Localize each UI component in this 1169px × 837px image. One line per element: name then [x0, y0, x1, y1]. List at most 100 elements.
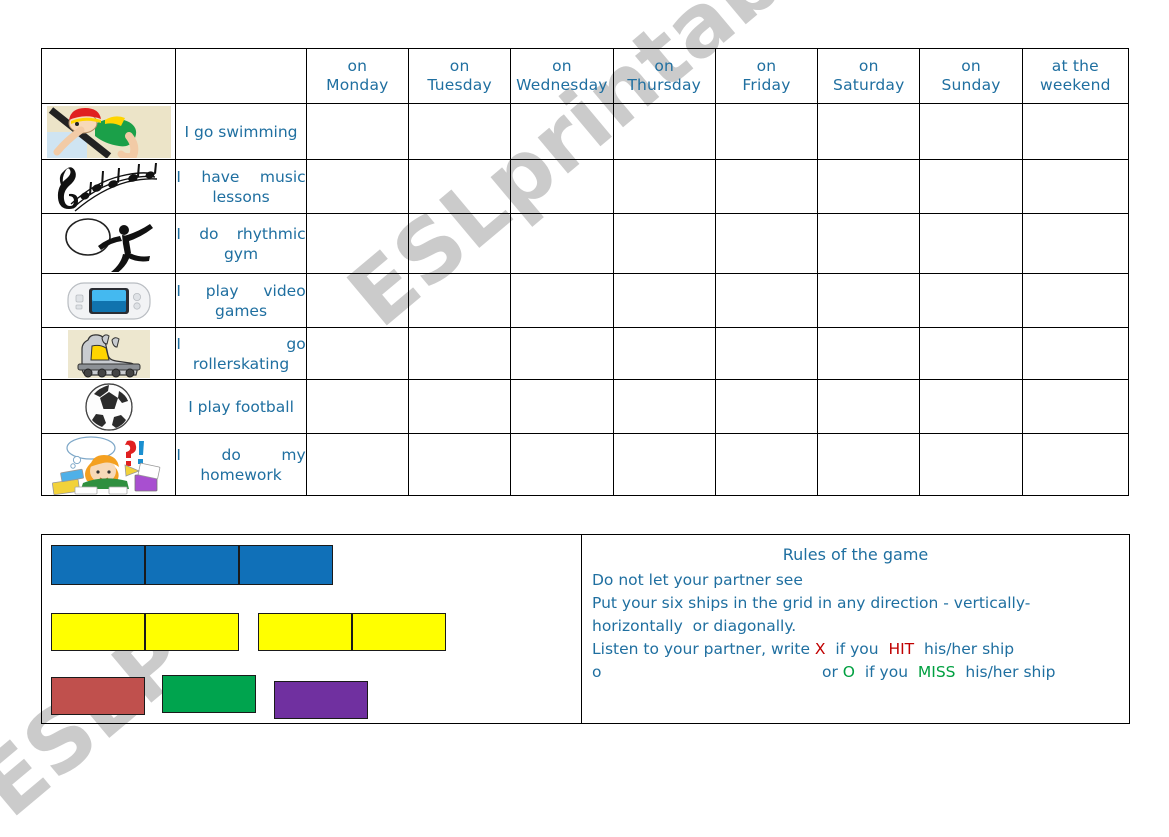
header-wednesday-line2: Wednesday	[516, 76, 608, 94]
rules-line-5-pre: or	[822, 663, 843, 681]
cell-swimming-saturday[interactable]	[817, 103, 921, 160]
cell-football-weekend[interactable]	[1021, 379, 1130, 434]
cell-roller-saturday[interactable]	[817, 327, 921, 380]
ship-purple-cell-1	[274, 681, 368, 719]
cell-gym-tuesday[interactable]	[407, 213, 512, 274]
picture-cell-homework	[40, 433, 177, 496]
cell-gym-monday[interactable]	[305, 213, 410, 274]
cell-football-saturday[interactable]	[817, 379, 921, 434]
cell-swimming-monday[interactable]	[305, 103, 410, 160]
header-saturday: on Saturday	[817, 48, 921, 104]
cell-video-monday[interactable]	[305, 273, 410, 328]
cell-homework-sunday[interactable]	[919, 433, 1023, 496]
rules-line-4: Listen to your partner, write X if you H…	[592, 638, 1119, 661]
cell-gym-saturday[interactable]	[817, 213, 921, 274]
cell-football-friday[interactable]	[714, 379, 819, 434]
cell-swimming-sunday[interactable]	[919, 103, 1023, 160]
cell-football-tuesday[interactable]	[407, 379, 512, 434]
ship-blue[interactable]	[51, 545, 333, 585]
ship-yellow-a-cell-2	[145, 613, 239, 651]
ship-purple[interactable]	[274, 681, 368, 719]
table-row: I play football	[40, 379, 1130, 434]
ship-green-cell-1	[162, 675, 256, 713]
header-thursday-line1: on	[654, 57, 675, 75]
cell-video-thursday[interactable]	[612, 273, 716, 328]
header-tuesday: on Tuesday	[407, 48, 512, 104]
table-row: I go swimming	[40, 103, 1130, 160]
cell-homework-tuesday[interactable]	[407, 433, 512, 496]
picture-cell-music	[40, 159, 177, 214]
cell-gym-wednesday[interactable]	[510, 213, 614, 274]
ship-yellow-b[interactable]	[258, 613, 446, 651]
activity-label-gym: I do rhythmic gym	[175, 213, 307, 274]
cell-football-thursday[interactable]	[612, 379, 716, 434]
rules-panel: Rules of the game Do not let your partne…	[582, 535, 1129, 684]
header-sunday-line1: on	[961, 57, 981, 75]
cell-music-thursday[interactable]	[612, 159, 716, 214]
cell-swimming-thursday[interactable]	[612, 103, 716, 160]
cell-music-tuesday[interactable]	[407, 159, 512, 214]
cell-music-monday[interactable]	[305, 159, 410, 214]
cell-video-friday[interactable]	[714, 273, 819, 328]
ship-yellow-a[interactable]	[51, 613, 239, 651]
activity-label-homework: I do my homework	[175, 433, 307, 496]
cell-roller-weekend[interactable]	[1021, 327, 1130, 380]
cell-music-saturday[interactable]	[817, 159, 921, 214]
cell-video-saturday[interactable]	[817, 273, 921, 328]
rules-line-4-pre: Listen to your partner, write	[592, 640, 815, 658]
cell-video-weekend[interactable]	[1021, 273, 1130, 328]
cell-video-wednesday[interactable]	[510, 273, 614, 328]
table-row: I do my homework	[40, 433, 1130, 496]
cell-roller-thursday[interactable]	[612, 327, 716, 380]
ship-green[interactable]	[162, 675, 256, 713]
cell-music-friday[interactable]	[714, 159, 819, 214]
cell-roller-friday[interactable]	[714, 327, 819, 380]
cell-video-tuesday[interactable]	[407, 273, 512, 328]
cell-roller-sunday[interactable]	[919, 327, 1023, 380]
swimmer-icon	[46, 105, 171, 158]
cell-gym-friday[interactable]	[714, 213, 819, 274]
ship-red-cell-1	[51, 677, 145, 715]
cell-homework-wednesday[interactable]	[510, 433, 614, 496]
cell-homework-weekend[interactable]	[1021, 433, 1130, 496]
cell-swimming-tuesday[interactable]	[407, 103, 512, 160]
cell-roller-wednesday[interactable]	[510, 327, 614, 380]
cell-roller-tuesday[interactable]	[407, 327, 512, 380]
rules-word-hit: HIT	[888, 640, 915, 658]
ship-blue-cell-3	[239, 545, 333, 585]
cell-gym-thursday[interactable]	[612, 213, 716, 274]
cell-homework-saturday[interactable]	[817, 433, 921, 496]
cell-swimming-wednesday[interactable]	[510, 103, 614, 160]
cell-music-weekend[interactable]	[1021, 159, 1130, 214]
ship-red[interactable]	[51, 677, 145, 715]
rules-line-5-post: his/her ship	[955, 663, 1056, 681]
cell-roller-monday[interactable]	[305, 327, 410, 380]
header-tuesday-line1: on	[449, 57, 470, 75]
header-saturday-line2: Saturday	[833, 76, 905, 94]
cell-homework-friday[interactable]	[714, 433, 819, 496]
cell-football-sunday[interactable]	[919, 379, 1023, 434]
handheld-console-icon	[67, 281, 151, 320]
header-sunday-line2: Sunday	[941, 76, 1001, 94]
cell-swimming-friday[interactable]	[714, 103, 819, 160]
ship-blue-cell-1	[51, 545, 145, 585]
header-weekend-line2: weekend	[1039, 76, 1111, 94]
rules-title: Rules of the game	[782, 545, 929, 564]
rules-line-3: horizontally or diagonally.	[592, 617, 797, 635]
cell-swimming-weekend[interactable]	[1021, 103, 1130, 160]
cell-football-monday[interactable]	[305, 379, 410, 434]
ships-cell	[41, 534, 582, 724]
cell-music-wednesday[interactable]	[510, 159, 614, 214]
cell-gym-weekend[interactable]	[1021, 213, 1130, 274]
cell-football-wednesday[interactable]	[510, 379, 614, 434]
ship-yellow-b-cell-2	[352, 613, 446, 651]
header-tuesday-line2: Tuesday	[427, 76, 492, 94]
cell-gym-sunday[interactable]	[919, 213, 1023, 274]
activity-label-video: I play video games	[175, 273, 307, 328]
cell-video-sunday[interactable]	[919, 273, 1023, 328]
cell-homework-thursday[interactable]	[612, 433, 716, 496]
activity-label-swimming: I go swimming	[175, 103, 307, 160]
homework-child-icon	[51, 435, 160, 495]
cell-homework-monday[interactable]	[305, 433, 410, 496]
cell-music-sunday[interactable]	[919, 159, 1023, 214]
